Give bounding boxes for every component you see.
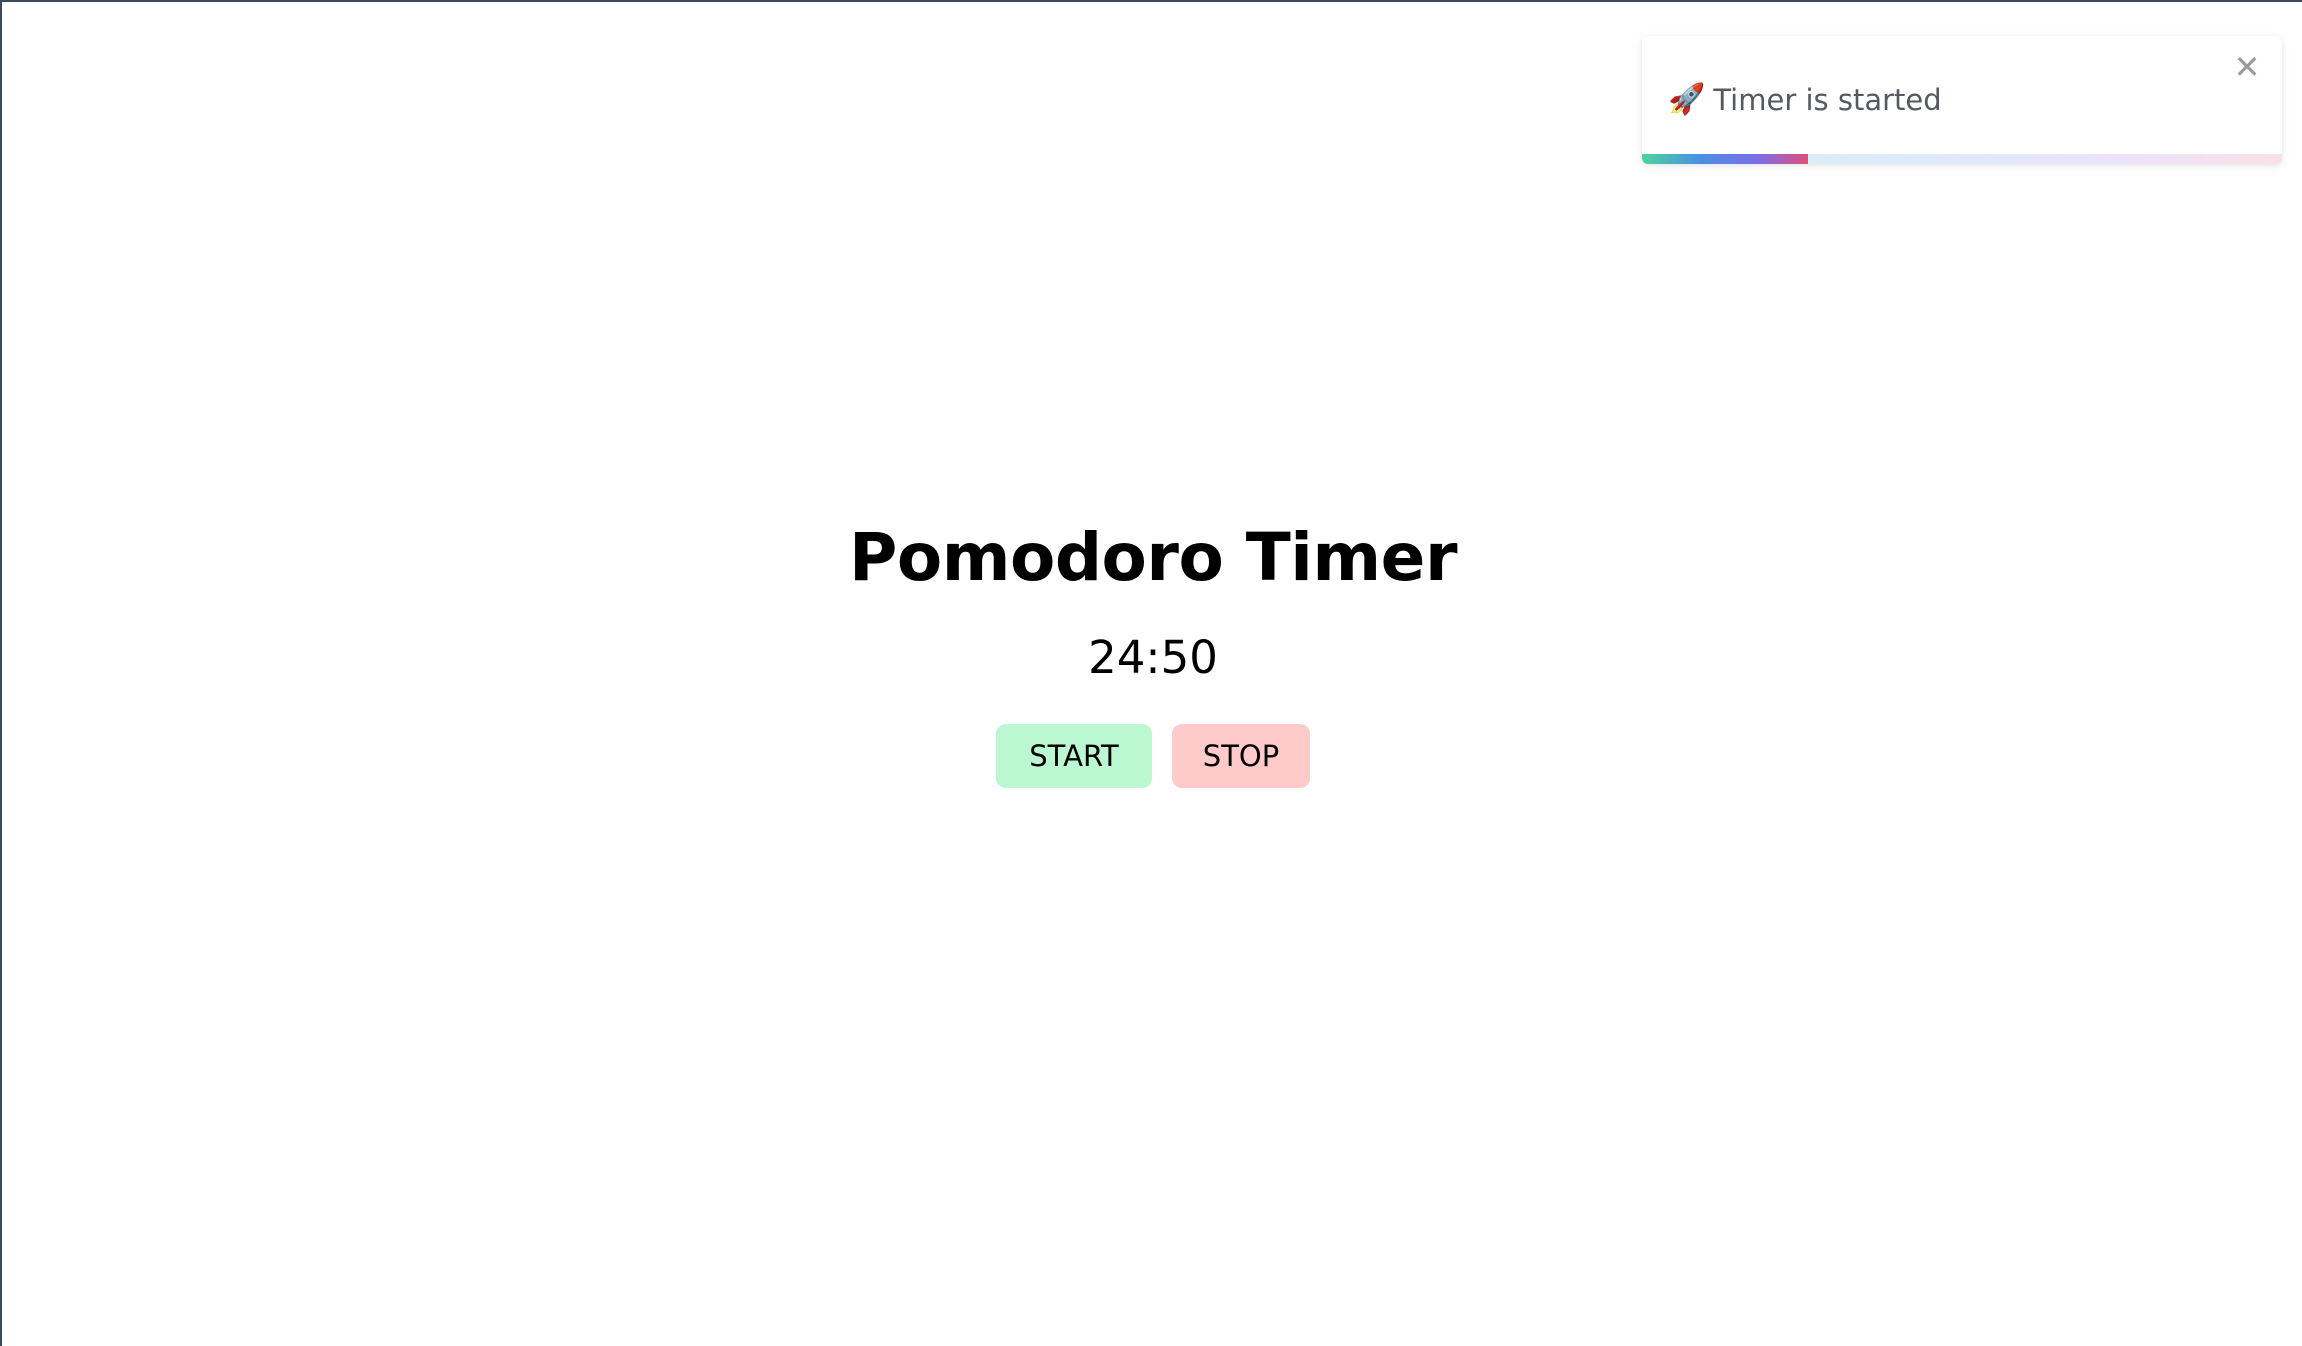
- toast-progress-bar: [1642, 154, 1809, 164]
- timer-display: 24:50: [1088, 631, 1218, 684]
- toast-body: 🚀 Timer is started: [1668, 82, 1942, 118]
- timer-controls: START STOP: [2, 724, 2302, 788]
- toast-message: Timer is started: [1713, 83, 1942, 117]
- close-icon[interactable]: ✕: [2230, 50, 2264, 84]
- stop-button[interactable]: STOP: [1172, 724, 1310, 788]
- page-title: Pomodoro Timer: [848, 519, 1458, 596]
- start-button[interactable]: START: [996, 724, 1152, 788]
- pomodoro-app: Pomodoro Timer 24:50 START STOP: [2, 512, 2302, 788]
- browser-viewport: 🚀 Timer is started ✕ Pomodoro Timer 24:5…: [0, 0, 2302, 1346]
- toast-notification: 🚀 Timer is started ✕: [1642, 36, 2282, 164]
- rocket-icon: 🚀: [1668, 82, 1706, 117]
